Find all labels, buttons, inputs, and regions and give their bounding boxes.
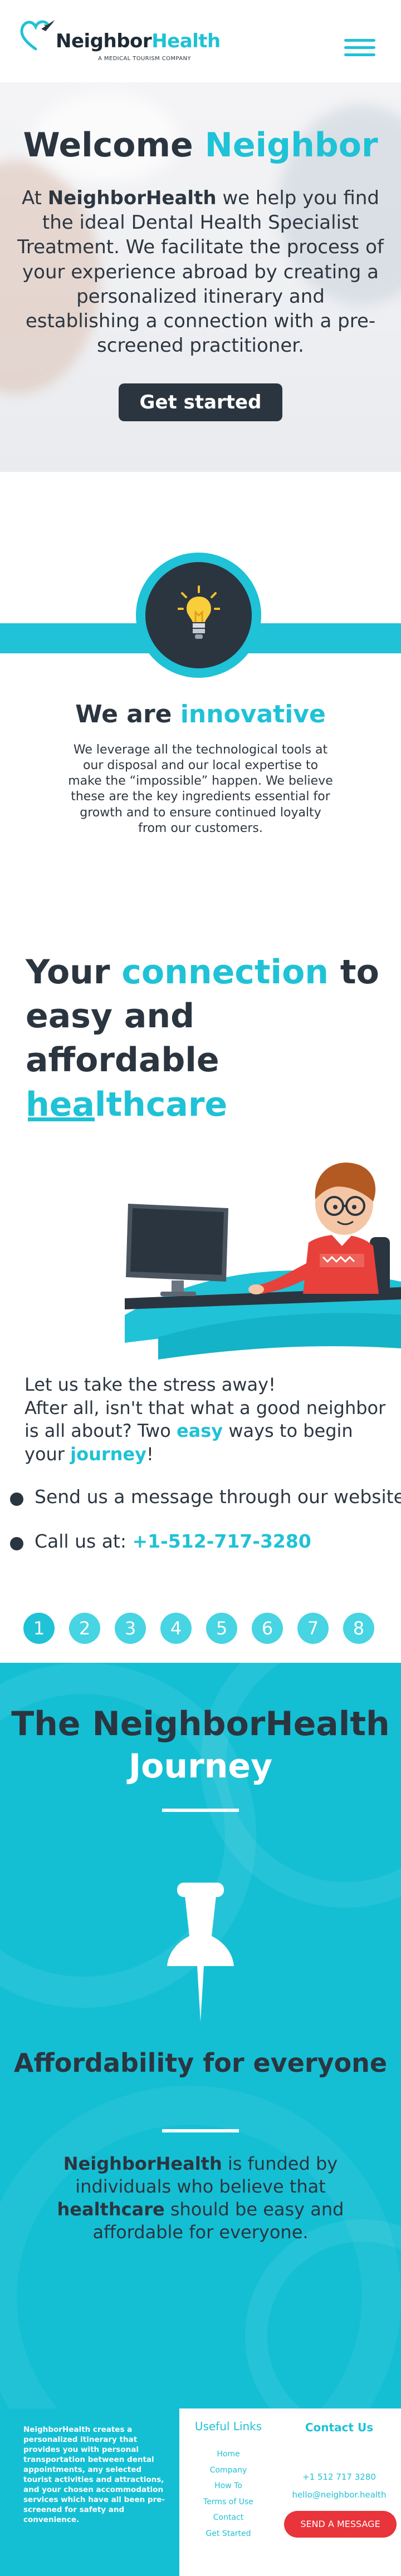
useful-links-title: Useful Links xyxy=(194,2420,262,2433)
lightbulb-badge xyxy=(136,553,261,678)
step-pagination: 1 2 3 4 5 6 7 8 xyxy=(21,1613,383,1646)
step-8-button[interactable]: 8 xyxy=(343,1613,374,1644)
lightbulb-icon xyxy=(178,585,220,639)
footer-phone-link[interactable]: +1 512 717 3280 xyxy=(277,2472,401,2482)
contact-us-title: Contact Us xyxy=(305,2421,374,2434)
footer-about-text: NeighborHealth creates a personalized it… xyxy=(23,2425,165,2524)
site-footer: NeighborHealth creates a personalized it… xyxy=(0,2408,401,2576)
connection-title: Your connection to easy and affordable h… xyxy=(26,953,379,1124)
footer-contact: Contact Us +1 512 717 3280 hello@neighbo… xyxy=(277,2408,401,2576)
innovative-description: We leverage all the technological tools … xyxy=(68,743,333,835)
site-header: NeighborHealth A MEDICAL TOURISM COMPANY xyxy=(0,0,401,82)
hero-description: At NeighborHealth we help you find the i… xyxy=(17,187,384,357)
journey-title: The NeighborHealth Journey xyxy=(11,1705,390,1786)
step-4-button[interactable]: 4 xyxy=(160,1613,192,1644)
step-6-button[interactable]: 6 xyxy=(252,1613,283,1644)
logo-wordmark: NeighborHealth xyxy=(56,30,221,52)
title-underline xyxy=(28,1117,95,1121)
connection-section: Your connection to easy and affordable h… xyxy=(0,950,401,1663)
footer-link-contact[interactable]: Contact xyxy=(179,2510,277,2526)
connection-description: Let us take the stress away! After all, … xyxy=(25,1374,386,1465)
journey-section: The NeighborHealth Journey Affordability … xyxy=(0,1663,401,2408)
hero-section: Welcome Neighbor At NeighborHealth we he… xyxy=(0,82,401,472)
footer-link-terms[interactable]: Terms of Use xyxy=(179,2494,277,2510)
innovative-section: We are innovative We leverage all the te… xyxy=(0,472,401,950)
step-3-button[interactable]: 3 xyxy=(115,1613,146,1644)
bullet-icon xyxy=(10,1537,23,1550)
footer-link-get-started[interactable]: Get Started xyxy=(179,2526,277,2542)
step-1-button[interactable]: 1 xyxy=(23,1613,55,1644)
innovative-title: We are innovative xyxy=(75,700,326,728)
hamburger-menu-icon[interactable] xyxy=(344,39,375,57)
affordability-title: Affordability for everyone xyxy=(13,2048,388,2078)
push-pin-icon xyxy=(167,1883,234,2022)
subtitle-underline xyxy=(162,2129,239,2132)
step-2-button[interactable]: 2 xyxy=(69,1613,100,1644)
affordability-description: NeighborHealth is funded by individuals … xyxy=(57,2153,344,2243)
footer-about: NeighborHealth creates a personalized it… xyxy=(0,2408,179,2576)
footer-link-how-to[interactable]: How To xyxy=(179,2478,277,2494)
hero-title: Welcome Neighbor xyxy=(23,126,378,165)
get-started-button[interactable]: Get started xyxy=(119,383,282,422)
footer-email-link[interactable]: hello@neighbor.health xyxy=(277,2490,401,2500)
footer-link-home[interactable]: Home xyxy=(179,2446,277,2462)
footer-links-list: Home Company How To Terms of Use Contact… xyxy=(179,2446,277,2541)
heart-plane-logo-icon xyxy=(20,20,55,51)
step-7-button[interactable]: 7 xyxy=(297,1613,329,1644)
send-message-button[interactable]: SEND A MESSAGE xyxy=(284,2511,397,2538)
phone-link[interactable]: +1-512-717-3280 xyxy=(132,1530,311,1552)
logo-tagline: A MEDICAL TOURISM COMPANY xyxy=(98,56,191,62)
person-at-computer-illustration xyxy=(125,1163,401,1360)
logo[interactable]: NeighborHealth A MEDICAL TOURISM COMPANY xyxy=(19,17,221,62)
title-underline xyxy=(162,1809,239,1812)
step-5-button[interactable]: 5 xyxy=(206,1613,237,1644)
footer-useful-links: Useful Links Home Company How To Terms o… xyxy=(179,2408,277,2576)
bullet-icon xyxy=(10,1493,23,1506)
